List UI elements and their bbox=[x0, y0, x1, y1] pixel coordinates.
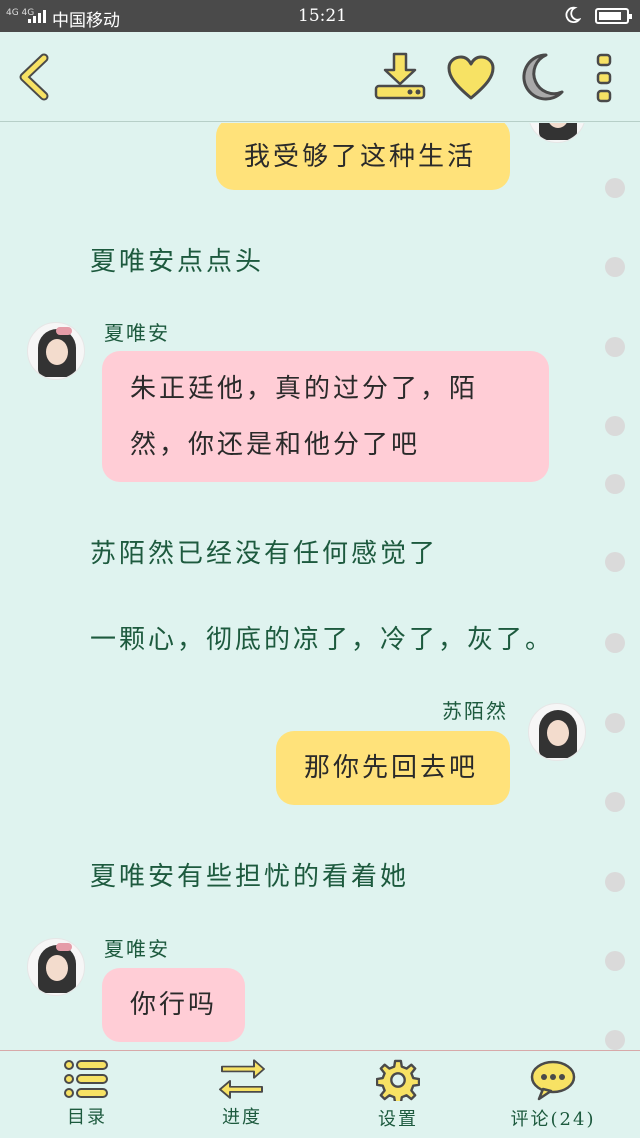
bubble-line: 朱正廷他，真的过分了，陌 bbox=[130, 374, 479, 404]
nav-catalog-button[interactable]: 目录 bbox=[27, 1059, 147, 1135]
nav-label: 进度 bbox=[222, 1107, 262, 1128]
margin-dot bbox=[605, 872, 625, 892]
margin-dot bbox=[605, 257, 625, 277]
narration-line: 苏陌然已经没有任何感觉了 bbox=[90, 539, 439, 569]
chat-bubble-right: 我受够了这种生活 bbox=[216, 123, 510, 190]
margin-dot bbox=[605, 951, 625, 971]
chat-bubble-left: 朱正廷他，真的过分了，陌 然，你还是和他分了吧 bbox=[102, 351, 549, 482]
chat-bubble-left: 你行吗 bbox=[102, 968, 245, 1042]
bubble-line: 然，你还是和他分了吧 bbox=[130, 430, 421, 460]
margin-dot bbox=[605, 633, 625, 653]
margin-dot bbox=[605, 552, 625, 572]
nav-settings-button[interactable]: 设置 bbox=[338, 1059, 458, 1135]
nav-label: 设置 bbox=[378, 1109, 418, 1130]
nav-label: 评论(24) bbox=[510, 1109, 596, 1130]
status-bar: 4G 4G 中国移动 15:21 bbox=[0, 0, 640, 32]
swap-arrows-icon bbox=[219, 1059, 265, 1099]
nav-label: 目录 bbox=[67, 1107, 107, 1128]
more-options-icon[interactable] bbox=[590, 52, 618, 104]
margin-dot bbox=[605, 792, 625, 812]
narration-line: 夏唯安有些担忧的看着她 bbox=[90, 862, 410, 892]
speaker-name: 苏陌然 bbox=[442, 699, 508, 723]
margin-dot bbox=[605, 1030, 625, 1050]
narration-line: 夏唯安点点头 bbox=[90, 247, 265, 277]
speaker-name: 夏唯安 bbox=[104, 937, 170, 961]
avatar-xia-weian[interactable] bbox=[27, 322, 85, 380]
night-mode-moon-icon[interactable] bbox=[516, 52, 566, 102]
bottom-nav: 目录 进度 设置 评论(24) bbox=[0, 1050, 640, 1138]
margin-dot bbox=[605, 178, 625, 198]
back-chevron-icon[interactable] bbox=[12, 52, 56, 102]
chat-bubble-right: 那你先回去吧 bbox=[276, 731, 510, 805]
avatar-xia-weian[interactable] bbox=[27, 938, 85, 996]
margin-dot bbox=[605, 337, 625, 357]
list-icon bbox=[64, 1060, 108, 1098]
margin-dot bbox=[605, 416, 625, 436]
gear-icon bbox=[376, 1059, 420, 1101]
narration-line: 一颗心，彻底的凉了，冷了，灰了。 bbox=[90, 625, 555, 655]
download-icon[interactable] bbox=[372, 52, 428, 102]
carrier-name: 中国移动 bbox=[52, 11, 120, 31]
avatar-su-moran[interactable] bbox=[528, 123, 586, 143]
nav-progress-button[interactable]: 进度 bbox=[182, 1059, 302, 1135]
nav-comments-button[interactable]: 评论(24) bbox=[493, 1059, 613, 1135]
chat-bubble-icon bbox=[530, 1060, 576, 1101]
reader-toolbar bbox=[0, 32, 640, 122]
story-content[interactable]: 我受够了这种生活 夏唯安点点头 夏唯安 朱正廷他，真的过分了，陌 然，你还是和他… bbox=[0, 123, 640, 1050]
battery-level bbox=[599, 12, 621, 20]
avatar-su-moran[interactable] bbox=[528, 703, 586, 761]
battery-icon bbox=[595, 8, 632, 24]
clock: 15:21 bbox=[298, 6, 347, 26]
speaker-name: 夏唯安 bbox=[104, 321, 170, 345]
margin-dot bbox=[605, 713, 625, 733]
signal-icon bbox=[28, 9, 48, 23]
heart-favorite-icon[interactable] bbox=[446, 54, 496, 102]
margin-dot bbox=[605, 474, 625, 494]
do-not-disturb-icon bbox=[565, 6, 581, 24]
